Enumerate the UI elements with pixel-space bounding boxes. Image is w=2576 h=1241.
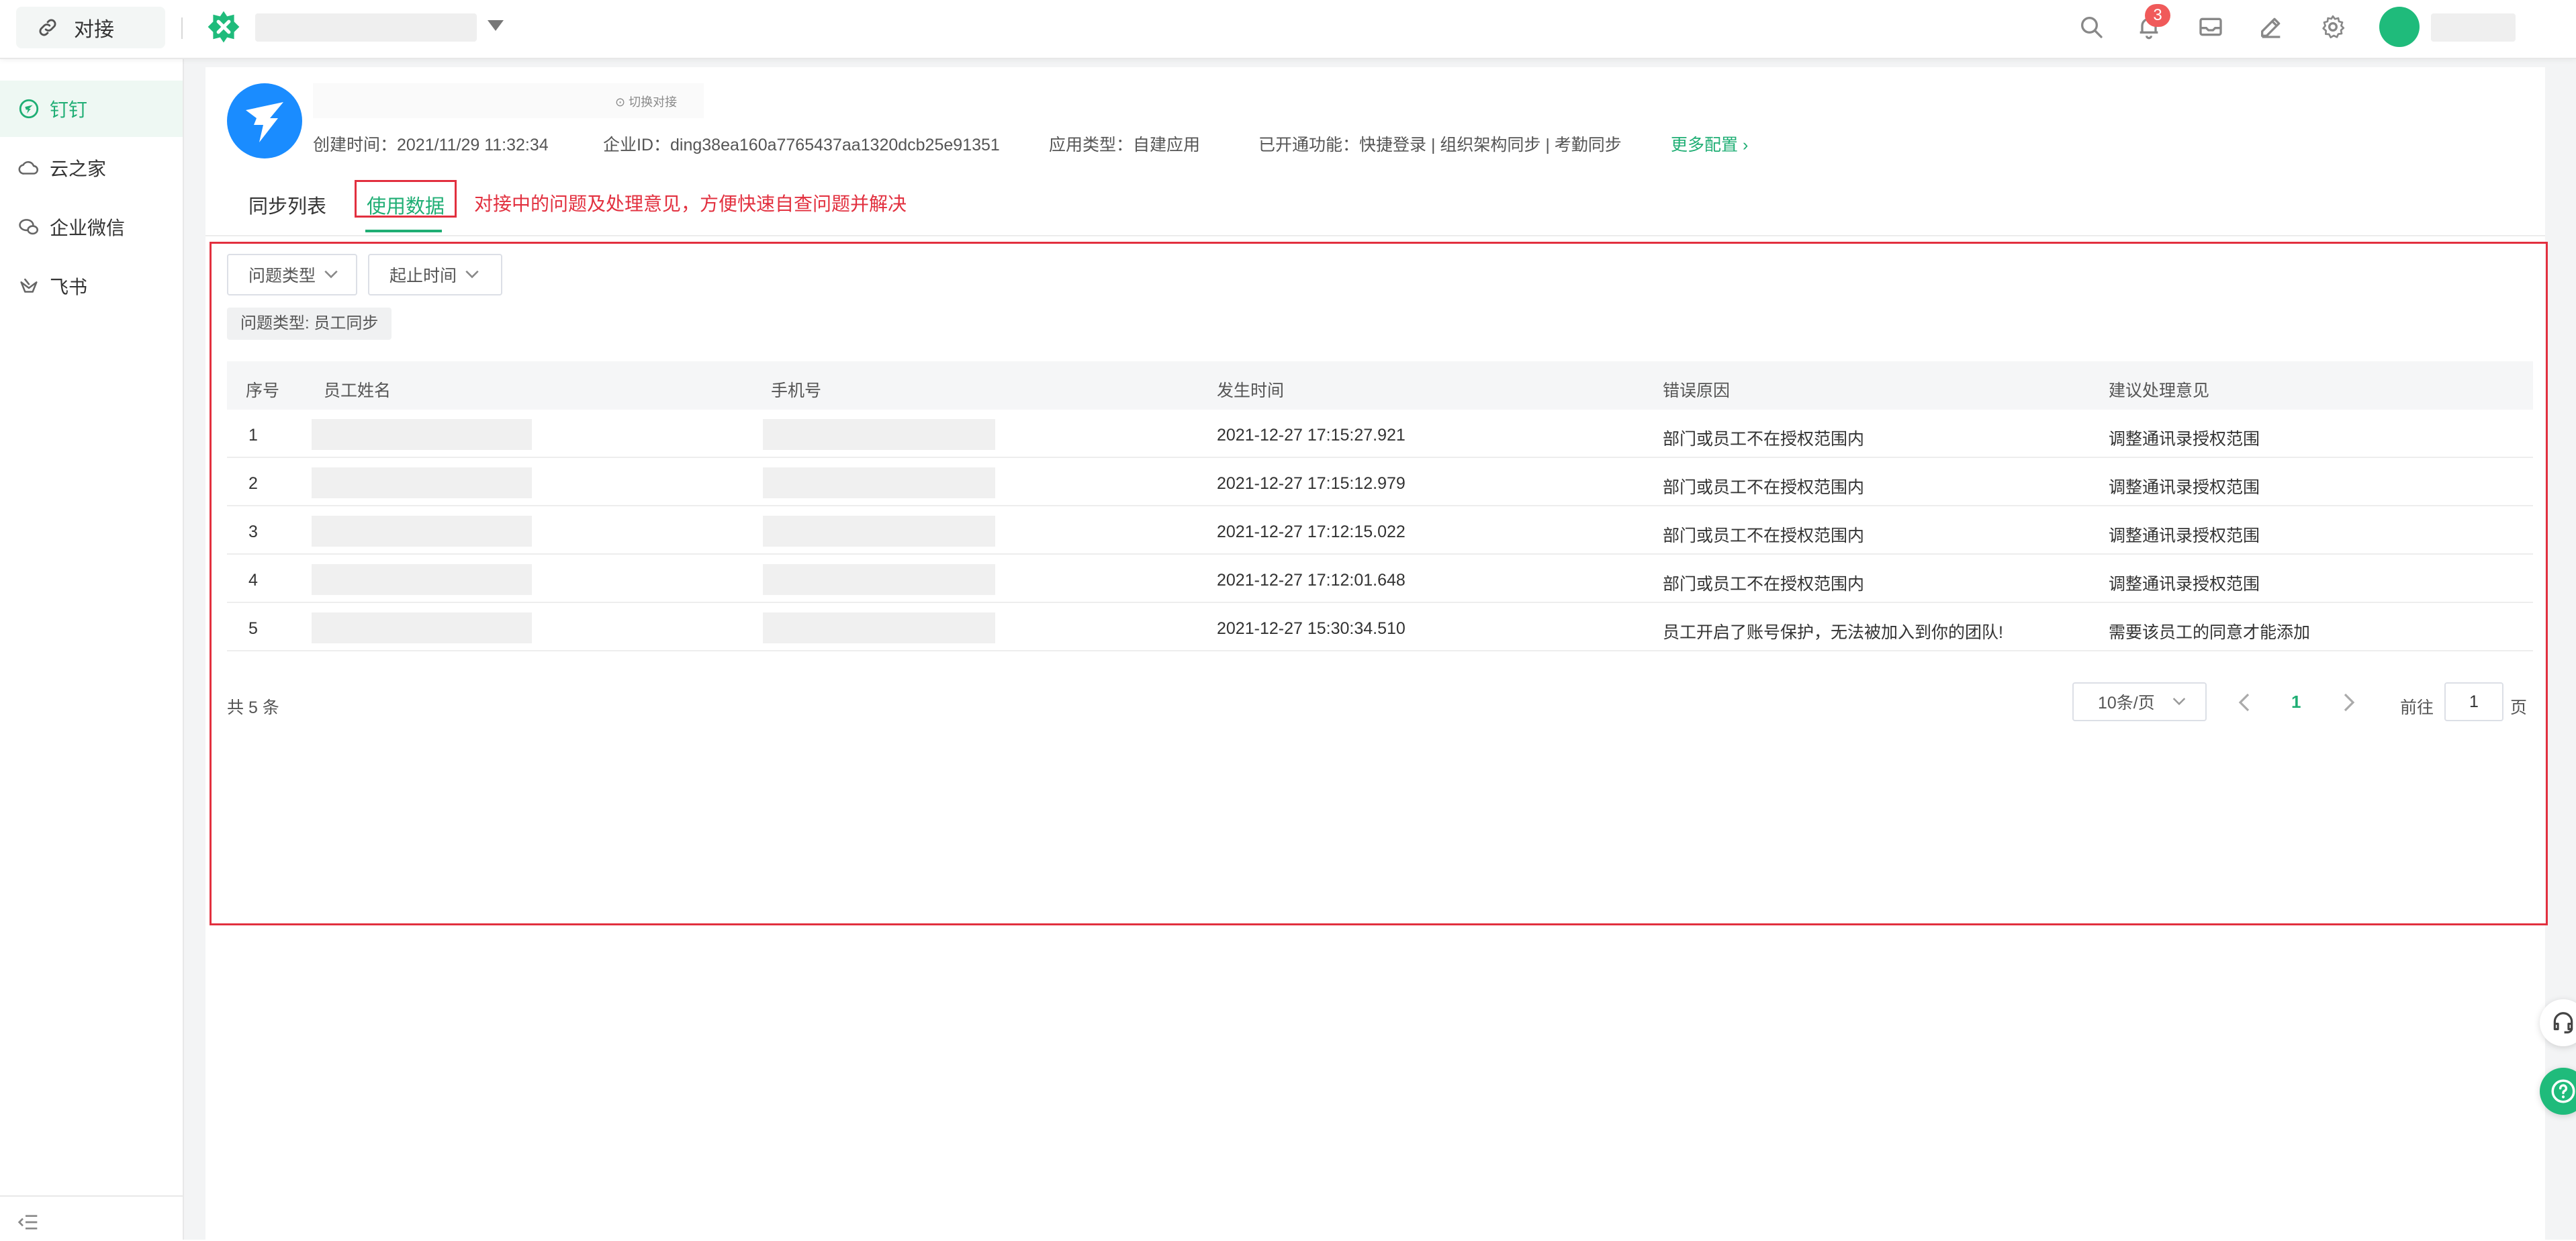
org-logo-icon [208,11,240,43]
chevron-down-icon [2172,698,2185,706]
link-icon [39,19,56,36]
suggested-action: 调整通讯录授权范围 [2109,575,2260,594]
tab-sync-list[interactable]: 同步列表 [248,191,326,219]
corp-id: 企业ID：ding38ea160a7765437aa1320dcb25e9135… [603,136,1000,154]
column-header: 序号 [246,381,280,400]
chevron-down-icon [465,270,479,279]
topbar-divider [181,17,183,39]
app-type: 应用类型：自建应用 [1049,136,1201,154]
username-redacted[interactable] [2431,13,2516,42]
employee-name-redacted [312,467,532,498]
search-icon[interactable] [2078,13,2105,40]
problem-type-filter[interactable]: 问题类型 [227,254,357,295]
column-header: 建议处理意见 [2109,381,2210,400]
column-header: 错误原因 [1663,381,1731,400]
goto-label: 前往 [2400,698,2434,717]
gear-icon[interactable] [2319,13,2346,40]
switch-integration-link[interactable]: ⊙ 切换对接 [615,93,677,110]
more-config-link[interactable]: 更多配置 › [1671,132,1748,156]
row-number: 2 [248,474,258,493]
error-reason: 部门或员工不在授权范围内 [1663,526,1865,545]
app-switcher-button[interactable]: 对接 [16,7,165,48]
wecom-icon [19,219,39,235]
column-header: 手机号 [771,381,822,400]
sidebar-item-feishu[interactable]: 飞书 [0,258,183,314]
row-number: 1 [248,426,258,445]
chevron-left-icon[interactable] [2238,693,2251,712]
goto-suffix: 页 [2510,698,2528,717]
sidebar-item-label: 企业微信 [50,218,126,238]
row-number: 5 [248,619,258,638]
filter-label: 问题类型 [248,267,316,285]
sidebar-item-label: 钉钉 [50,99,88,120]
total-count: 共 5 条 [227,698,279,717]
occurred-time: 2021-12-27 17:12:15.022 [1217,522,1406,541]
occurred-time: 2021-12-27 17:15:27.921 [1217,426,1406,445]
chevron-right-icon[interactable] [2342,693,2356,712]
error-reason: 员工开启了账号保护，无法被加入到你的团队! [1663,623,2003,642]
error-reason: 部门或员工不在授权范围内 [1663,478,1865,497]
error-reason: 部门或员工不在授权范围内 [1663,430,1865,449]
phone-redacted [763,516,995,547]
page-number-current[interactable]: 1 [2291,692,2301,713]
phone-redacted [763,612,995,643]
page-size-select[interactable]: 10条/页 [2072,682,2207,721]
employee-name-redacted [312,564,532,595]
cloud-icon [18,161,38,175]
inbox-icon[interactable] [2197,13,2224,40]
sidebar-item-dingtalk[interactable]: 钉钉 [0,81,183,137]
suggested-action: 调整通讯录授权范围 [2109,478,2260,497]
suggested-action: 需要该员工的同意才能添加 [2109,623,2311,642]
help-icon [2551,1079,2575,1103]
filter-label: 起止时间 [389,267,457,285]
occurred-time: 2021-12-27 17:15:12.979 [1217,474,1406,493]
sidebar-item-wecom[interactable]: 企业微信 [0,199,183,255]
suggested-action: 调整通讯录授权范围 [2109,430,2260,449]
active-filter-tag[interactable]: 问题类型: 员工同步 [227,308,392,340]
sidebar-item-label: 飞书 [50,277,88,297]
sidebar-item-label: 云之家 [50,158,107,179]
employee-name-redacted [312,516,532,547]
enabled-features: 已开通功能：快捷登录 | 组织架构同步 | 考勤同步 [1258,136,1622,154]
feishu-icon [20,278,38,293]
time-range-filter[interactable]: 起止时间 [368,254,502,295]
notification-badge: 3 [2145,4,2170,27]
annotation-note: 对接中的问题及处理意见，方便快速自查问题并解决 [474,193,907,214]
phone-redacted [763,419,995,450]
created-time: 创建时间：2021/11/29 11:32:34 [313,136,549,154]
chevron-down-icon [324,270,338,279]
sidebar-item-yunzhijia[interactable]: 云之家 [0,140,183,196]
column-header: 发生时间 [1217,381,1285,400]
phone-redacted [763,564,995,595]
switch-integration-label: 切换对接 [629,95,678,109]
headset-icon [2553,1012,2573,1033]
occurred-time: 2021-12-27 17:12:01.648 [1217,571,1406,590]
dingtalk-icon [19,99,39,119]
page-size-value: 10条/页 [2098,694,2155,713]
row-number: 3 [248,522,258,541]
column-header: 员工姓名 [324,381,392,400]
caret-down-icon[interactable] [488,20,504,31]
tab-divider [205,235,2545,236]
goto-page-input[interactable]: 1 [2444,682,2503,721]
occurred-time: 2021-12-27 15:30:34.510 [1217,619,1406,638]
app-switcher-label: 对接 [74,19,114,41]
phone-redacted [763,467,995,498]
avatar[interactable] [2379,7,2420,47]
row-number: 4 [248,571,258,590]
switch-icon: ⊙ [615,95,626,109]
tab-usage-data[interactable]: 使用数据 [367,191,445,219]
employee-name-redacted [312,612,532,643]
employee-name-redacted [312,419,532,450]
active-tab-indicator [365,230,442,232]
suggested-action: 调整通讯录授权范围 [2109,526,2260,545]
org-name-redacted[interactable] [255,13,477,42]
collapse-menu-icon[interactable] [17,1213,39,1232]
edit-icon[interactable] [2258,13,2285,40]
error-reason: 部门或员工不在授权范围内 [1663,575,1865,594]
dingtalk-logo-icon [227,83,302,158]
